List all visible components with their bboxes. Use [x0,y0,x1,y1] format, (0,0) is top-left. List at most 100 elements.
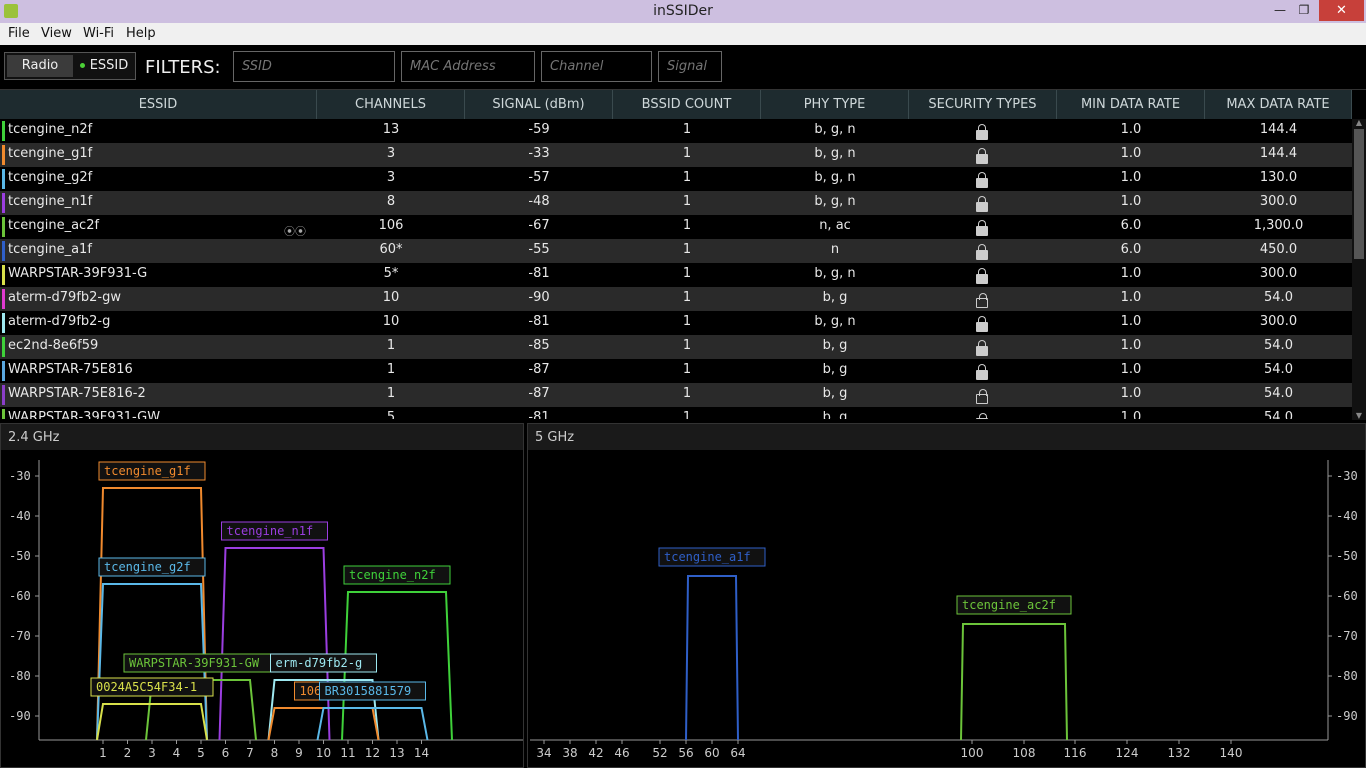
table-row[interactable]: ec2nd-8e6f59 1 -85 1 b, g 1.0 54.0 [0,335,1352,359]
x-tick-label: 13 [389,746,404,760]
cell-essid: WARPSTAR-75E816 [8,362,133,377]
cell-phy: b, g [822,362,848,377]
network-label: tcengine_n2f [349,568,436,582]
cell-min: 6.0 [1120,242,1142,257]
x-tick-label: 1 [99,746,107,760]
close-button[interactable]: ✕ [1319,0,1364,21]
toolbar: Radio ESSID FILTERS: [0,45,1366,89]
table-row[interactable]: tcengine_a1f 60* -55 1 n 6.0 450.0 [0,239,1352,263]
lock-icon [976,220,988,236]
table-body: tcengine_n2f 13 -59 1 b, g, n 1.0 144.4 tcengin… [0,119,1352,419]
cell-bssid: 1 [682,146,692,161]
graph-24ghz-chart: -30-40-50-60-70-80-901 2 3 4 5 6 7 8 9 10 11 12 13 14… [9,460,523,760]
network-color-bar [2,241,5,261]
network-color-bar [2,385,5,405]
x-tick-label: 116 [1064,746,1087,760]
col-phy-type[interactable]: PHY TYPE [761,90,909,119]
menu-view[interactable]: View [41,26,72,41]
menu-file[interactable]: File [8,26,30,41]
cell-essid: tcengine_ac2f [8,218,100,233]
table-row[interactable]: tcengine_g2f 3 -57 1 b, g, n 1.0 130.0 [0,167,1352,191]
x-tick-label: 12 [365,746,380,760]
cell-signal: -59 [528,122,550,137]
table-row[interactable]: tcengine_n2f 13 -59 1 b, g, n 1.0 144.4 [0,119,1352,143]
col-max-data-rate[interactable]: MAX DATA RATE [1205,90,1352,119]
cell-max: 300.0 [1259,314,1298,329]
cell-bssid: 1 [682,170,692,185]
x-tick-label: 140 [1220,746,1243,760]
cell-max: 54.0 [1264,410,1293,419]
table-row[interactable]: WARPSTAR-39F931-G 5* -81 1 b, g, n 1.0 300.0 [0,263,1352,287]
cell-signal: -87 [528,386,550,401]
col-security-types[interactable]: SECURITY TYPES [909,90,1057,119]
scroll-up-icon[interactable]: ▲ [1354,119,1364,127]
cell-essid: tcengine_g2f [8,170,93,185]
cell-bssid: 1 [682,290,692,305]
cell-phy: b, g [822,410,848,419]
mac-filter-input[interactable] [401,51,535,82]
cell-min: 1.0 [1120,290,1142,305]
y-tick-label: -60 [1336,589,1358,603]
title-bar: inSSIDer — ❐ ✕ [0,0,1366,23]
cell-phy: n, ac [819,218,851,233]
table-row[interactable]: tcengine_ac2f ⦿⦿ 106 -67 1 n, ac 6.0 1,300.0 [0,215,1352,239]
cell-max: 300.0 [1259,266,1298,281]
scroll-thumb[interactable] [1354,129,1364,259]
cell-signal: -81 [528,410,550,419]
table-row[interactable]: aterm-d79fb2-g 10 -81 1 b, g, n 1.0 300.0 [0,311,1352,335]
graph-5ghz-title: 5 GHz [528,424,1365,450]
y-tick-label: -90 [9,709,31,723]
lock-icon [976,244,988,260]
cell-channels: 10 [382,314,400,329]
col-channels[interactable]: CHANNELS [317,90,465,119]
cell-channels: 5 [386,410,396,419]
cell-signal: -87 [528,362,550,377]
cell-bssid: 1 [682,410,692,419]
cell-max: 144.4 [1259,146,1298,161]
scroll-down-icon[interactable]: ▼ [1354,412,1364,420]
network-color-bar [2,289,5,309]
y-tick-label: -80 [9,669,31,683]
col-min-data-rate[interactable]: MIN DATA RATE [1057,90,1205,119]
table-row[interactable]: WARPSTAR-39F931-GW 5 -81 1 b, g 1.0 54.0 [0,407,1352,419]
table-row[interactable]: WARPSTAR-75E816-2 1 -87 1 b, g 1.0 54.0 [0,383,1352,407]
x-tick-label: 11 [340,746,355,760]
menu-help[interactable]: Help [126,26,156,41]
x-tick-label: 46 [614,746,629,760]
cell-signal: -57 [528,170,550,185]
channel-filter-input[interactable] [541,51,652,82]
radio-toggle-button[interactable]: Radio [7,55,73,77]
network-label: tcengine_n1f [227,524,314,538]
col-bssid-count[interactable]: BSSID COUNT [613,90,761,119]
link-icon: ⦿⦿ [284,225,306,238]
cell-channels: 106 [378,218,404,233]
maximize-button[interactable]: ❐ [1292,0,1316,21]
table-row[interactable]: aterm-d79fb2-gw 10 -90 1 b, g 1.0 54.0 [0,287,1352,311]
cell-min: 1.0 [1120,386,1142,401]
graph-24ghz-title: 2.4 GHz [1,424,523,450]
signal-trace [685,575,739,741]
menu-wifi[interactable]: Wi-Fi [83,26,114,41]
cell-channels: 1 [386,338,396,353]
cell-max: 144.4 [1259,122,1298,137]
signal-filter-input[interactable] [658,51,722,82]
col-essid[interactable]: ESSID [0,90,317,119]
x-tick-label: 100 [961,746,984,760]
ssid-filter-input[interactable] [233,51,395,82]
y-tick-label: -70 [1336,629,1358,643]
x-tick-label: 132 [1168,746,1191,760]
essid-toggle-label: ESSID [89,58,129,73]
network-color-bar [2,193,5,213]
x-tick-label: 7 [246,746,254,760]
table-row[interactable]: tcengine_g1f 3 -33 1 b, g, n 1.0 144.4 [0,143,1352,167]
cell-bssid: 1 [682,314,692,329]
signal-trace [960,623,1068,741]
minimize-button[interactable]: — [1268,0,1292,21]
col-signal[interactable]: SIGNAL (dBm) [465,90,613,119]
unlocked-icon [976,293,988,308]
cell-phy: n [830,242,840,257]
table-row[interactable]: tcengine_n1f 8 -48 1 b, g, n 1.0 300.0 [0,191,1352,215]
table-row[interactable]: WARPSTAR-75E816 1 -87 1 b, g 1.0 54.0 [0,359,1352,383]
essid-toggle-button[interactable]: ESSID [75,55,133,77]
table-scrollbar[interactable]: ▲ ▼ [1352,119,1366,420]
